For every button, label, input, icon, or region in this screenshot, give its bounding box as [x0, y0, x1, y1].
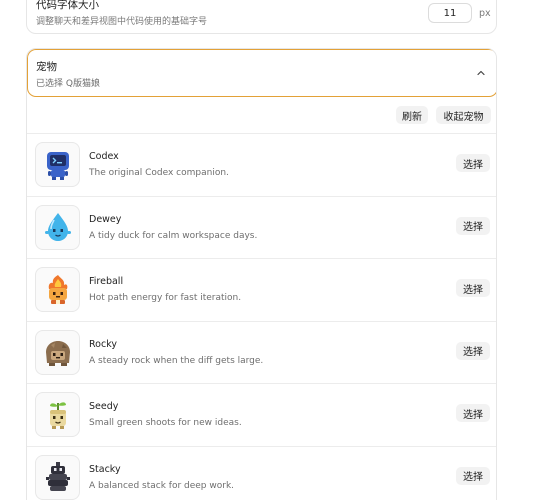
pet-description: Small green shoots for new ideas. — [89, 418, 242, 428]
select-pet-button[interactable]: 选择 — [456, 216, 490, 235]
select-pet-button[interactable]: 选择 — [456, 279, 490, 297]
pet-avatar — [35, 142, 80, 187]
pet-section-header[interactable]: 宠物 已选择 Q版猫娘 — [27, 49, 496, 97]
pet-avatar — [35, 329, 80, 375]
pet-row-seedy: Seedy Small green shoots for new ideas. … — [27, 383, 496, 446]
stacky-stack-icon — [45, 462, 70, 491]
font-size-setting: 代码字体大小 调整聊天和差异视图中代码使用的基础字号 11 px — [26, 0, 497, 34]
select-pet-button[interactable]: 选择 — [456, 154, 490, 172]
pet-row-fireball: Fireball Hot path energy for fast iterat… — [27, 258, 496, 321]
pet-name: Codex — [89, 151, 119, 162]
pet-row-rocky: Rocky A steady rock when the diff gets l… — [27, 320, 496, 384]
chevron-up-icon[interactable] — [475, 67, 487, 79]
pet-row-stacky: Stacky A balanced stack for deep work. 选… — [27, 445, 496, 500]
font-size-unit: px — [479, 8, 491, 19]
seedy-sprout-icon — [49, 401, 66, 429]
font-size-input[interactable]: 11 — [428, 3, 472, 23]
pet-section-title: 宠物 — [36, 61, 57, 73]
rocky-rock-icon — [45, 341, 70, 366]
pet-selected-text: 已选择 Q版猫娘 — [36, 79, 100, 89]
pet-description: Hot path energy for fast iteration. — [89, 293, 242, 303]
pet-description: A steady rock when the diff gets large. — [89, 355, 264, 366]
codex-robot-icon — [46, 151, 69, 180]
pet-name: Stacky — [89, 463, 121, 475]
font-size-description: 调整聊天和差异视图中代码使用的基础字号 — [36, 17, 208, 27]
pet-avatar — [35, 392, 80, 437]
pet-name: Dewey — [89, 213, 122, 225]
font-size-title: 代码字体大小 — [36, 0, 99, 11]
dewey-droplet-icon — [44, 213, 71, 241]
select-pet-button[interactable]: 选择 — [456, 466, 490, 485]
select-pet-button[interactable]: 选择 — [456, 404, 490, 422]
pet-name: Rocky — [89, 338, 117, 350]
pet-settings-card: 宠物 已选择 Q版猫娘 刷新 收起宠物 Codex The original C… — [26, 48, 497, 500]
pet-description: A balanced stack for deep work. — [89, 480, 235, 491]
collapse-pets-button[interactable]: 收起宠物 — [436, 106, 491, 124]
pet-row-dewey: Dewey A tidy duck for calm workspace day… — [27, 195, 496, 259]
pet-avatar — [35, 267, 80, 312]
pet-name: Fireball — [89, 276, 124, 287]
pet-name: Seedy — [89, 401, 119, 412]
refresh-button[interactable]: 刷新 — [396, 106, 428, 124]
pet-avatar — [35, 454, 80, 500]
pet-row-codex: Codex The original Codex companion. 选择 — [27, 133, 496, 196]
pet-avatar — [35, 204, 80, 250]
pet-list: Codex The original Codex companion. 选择 D… — [27, 133, 496, 500]
fireball-icon — [48, 274, 67, 304]
pet-description: A tidy duck for calm workspace days. — [89, 230, 258, 241]
pet-description: The original Codex companion. — [89, 168, 229, 178]
select-pet-button[interactable]: 选择 — [456, 341, 490, 360]
